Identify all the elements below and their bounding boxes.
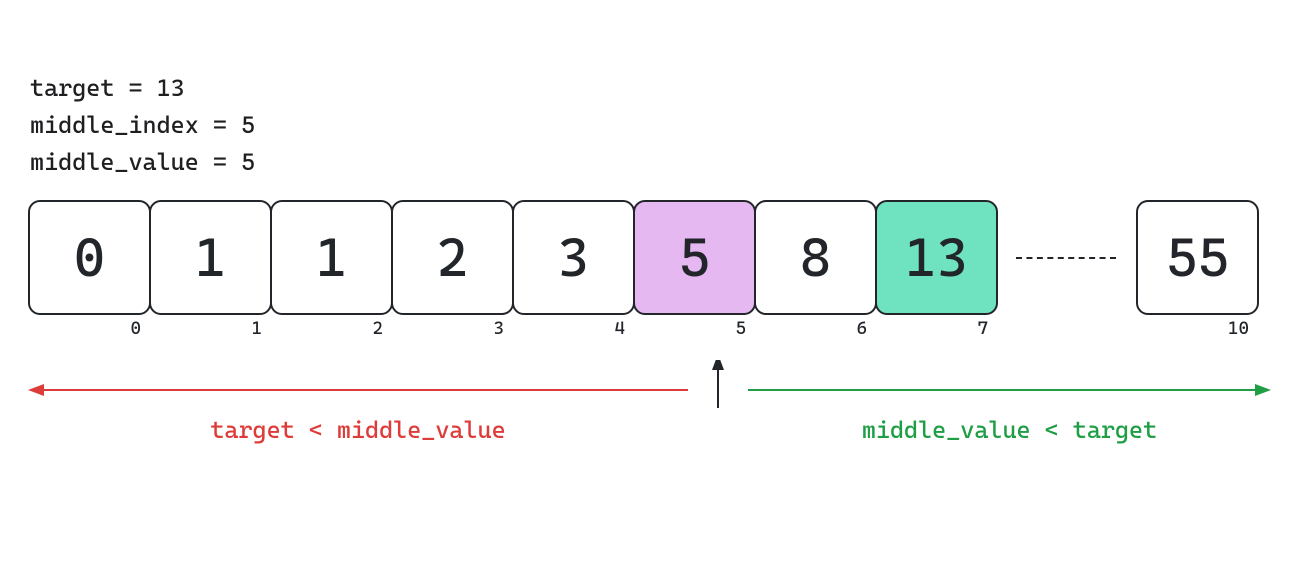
- array-gap: [996, 200, 1136, 315]
- cell-value: 1: [195, 226, 227, 289]
- cell-index: 3: [493, 318, 504, 339]
- array-cell: 23: [391, 200, 514, 315]
- arrows-area: target < middle_value middle_value < tar…: [28, 360, 1271, 440]
- cell-index: 0: [130, 318, 141, 339]
- info-middle-index: middle_index = 5: [30, 107, 255, 144]
- array-cell: 11: [149, 200, 272, 315]
- cell-index: 4: [614, 318, 625, 339]
- array-cell: 00: [28, 200, 151, 315]
- cell-value: 0: [74, 226, 106, 289]
- cell-value: 5: [679, 226, 711, 289]
- array-cell: 137: [875, 200, 998, 315]
- info-target: target = 13: [30, 70, 255, 107]
- cell-index: 10: [1228, 318, 1249, 339]
- cell-value: 13: [905, 226, 968, 289]
- cell-value: 3: [558, 226, 590, 289]
- info-block: target = 13 middle_index = 5 middle_valu…: [30, 70, 255, 182]
- ellipsis-icon: [1016, 257, 1116, 259]
- array-row: 001112233455861375510: [28, 200, 1259, 315]
- cell-index: 1: [251, 318, 262, 339]
- cell-value: 2: [437, 226, 469, 289]
- array-cell: 12: [270, 200, 393, 315]
- array-cell: 34: [512, 200, 635, 315]
- label-left: target < middle_value: [28, 416, 688, 444]
- array-cell: 55: [633, 200, 756, 315]
- cell-index: 6: [856, 318, 867, 339]
- cell-index: 7: [977, 318, 988, 339]
- label-right: middle_value < target: [748, 416, 1271, 444]
- array-cell: 5510: [1136, 200, 1259, 315]
- cell-index: 5: [735, 318, 746, 339]
- cell-value: 8: [800, 226, 832, 289]
- info-middle-value: middle_value = 5: [30, 144, 255, 181]
- cell-value: 1: [316, 226, 348, 289]
- diagram-canvas: target = 13 middle_index = 5 middle_valu…: [0, 0, 1299, 568]
- cell-index: 2: [372, 318, 383, 339]
- cell-value: 55: [1166, 226, 1229, 289]
- array-cell: 86: [754, 200, 877, 315]
